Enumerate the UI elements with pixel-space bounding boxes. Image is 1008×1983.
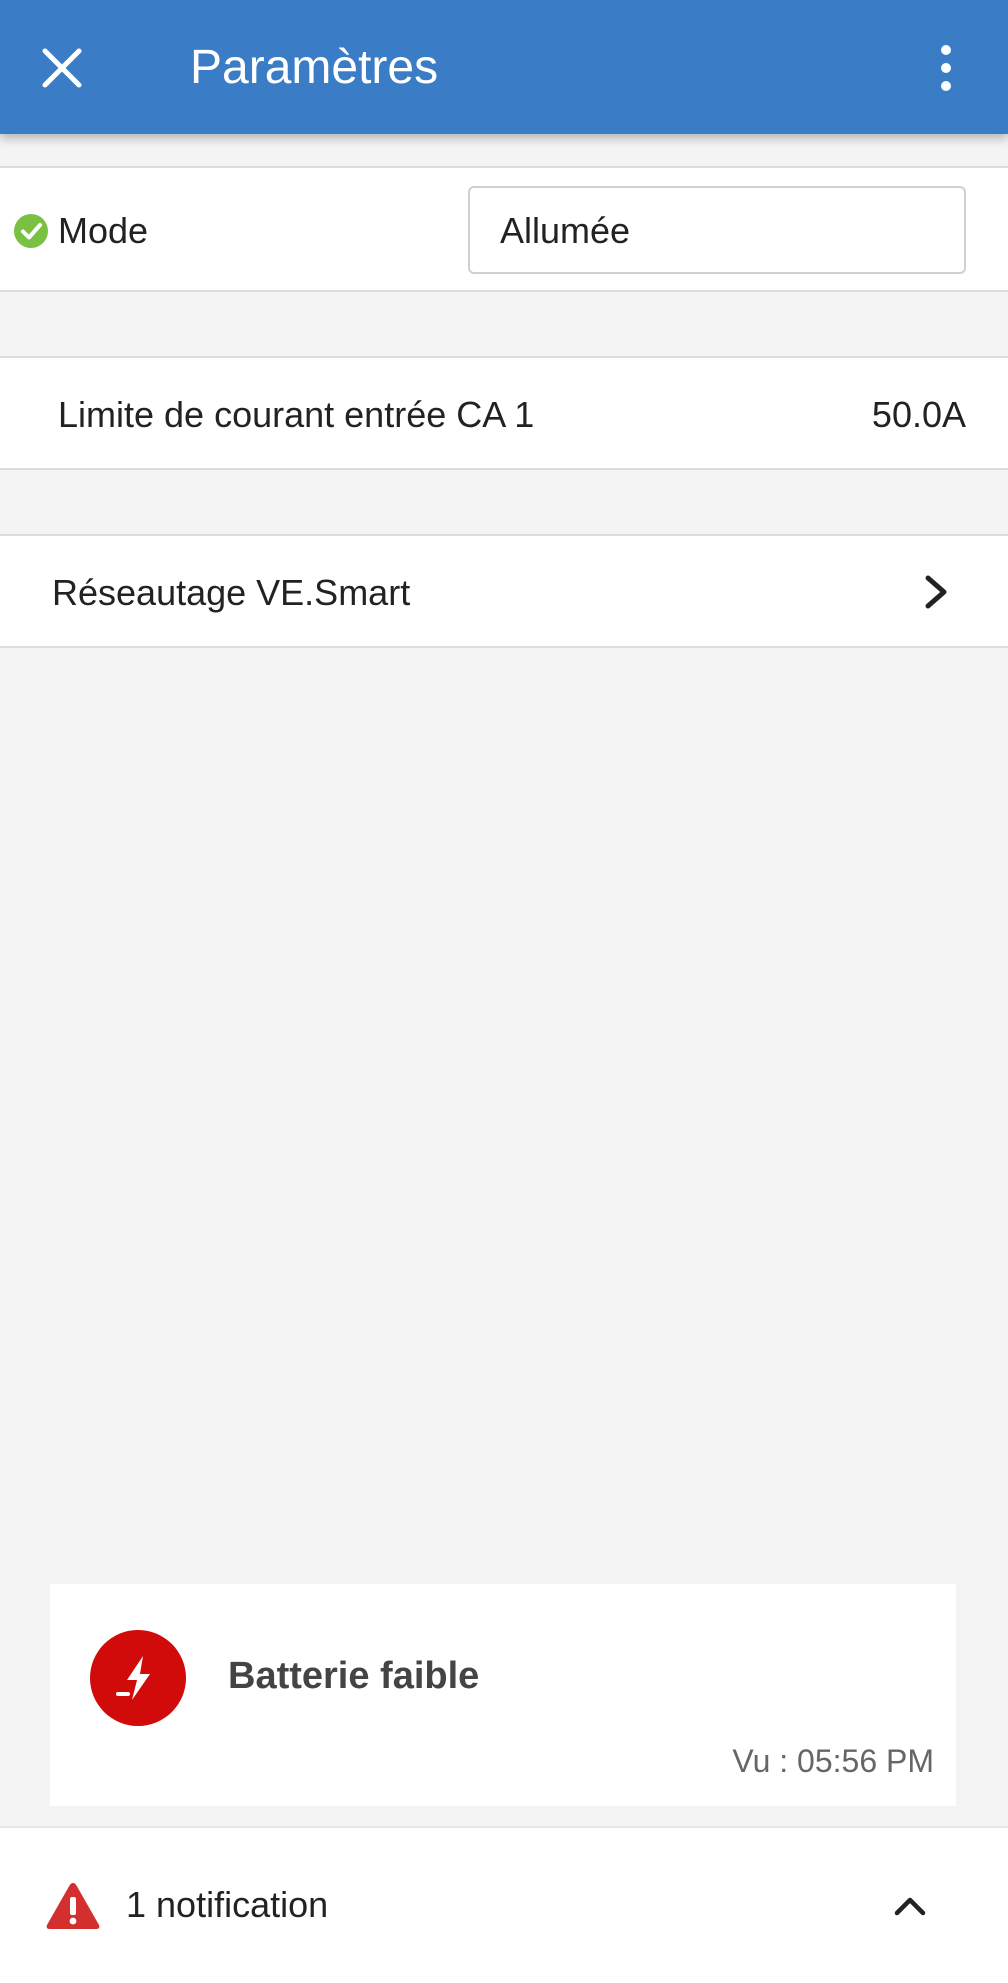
notification-seen-time: Vu : 05:56 PM [732,1743,934,1779]
close-icon [42,48,82,88]
app-bar: Paramètres [0,0,1008,134]
warning-triangle-icon [46,1883,100,1929]
page-title: Paramètres [190,41,439,94]
ve-smart-networking-label: Réseautage VE.Smart [52,572,411,613]
ve-smart-networking-row[interactable]: Réseautage VE.Smart [0,534,1008,648]
input-current-limit-label: Limite de courant entrée CA 1 [58,394,535,435]
more-options-button[interactable] [906,28,986,108]
more-vertical-icon [941,45,951,91]
chevron-up-icon [894,1897,926,1916]
chevron-right-icon [925,575,947,609]
mode-select-value: Allumée [500,210,631,251]
notification-title: Batterie faible [228,1655,480,1697]
check-circle-icon [14,214,48,248]
mode-select[interactable]: Allumée [468,186,966,274]
notification-card[interactable]: Batterie faible Vu : 05:56 PM [50,1584,956,1806]
input-current-limit-row[interactable]: Limite de courant entrée CA 1 50.0A [0,356,1008,470]
mode-label: Mode [58,210,149,251]
expand-notifications-button[interactable] [882,1878,938,1934]
input-current-limit-value: 50.0A [871,394,966,435]
low-battery-icon [116,1656,150,1700]
close-button[interactable] [22,28,102,108]
notification-count: 1 notification [126,1884,329,1925]
notification-bar[interactable]: 1 notification [0,1826,1008,1983]
notification-badge [90,1630,186,1726]
mode-row: Mode Allumée [0,166,1008,292]
